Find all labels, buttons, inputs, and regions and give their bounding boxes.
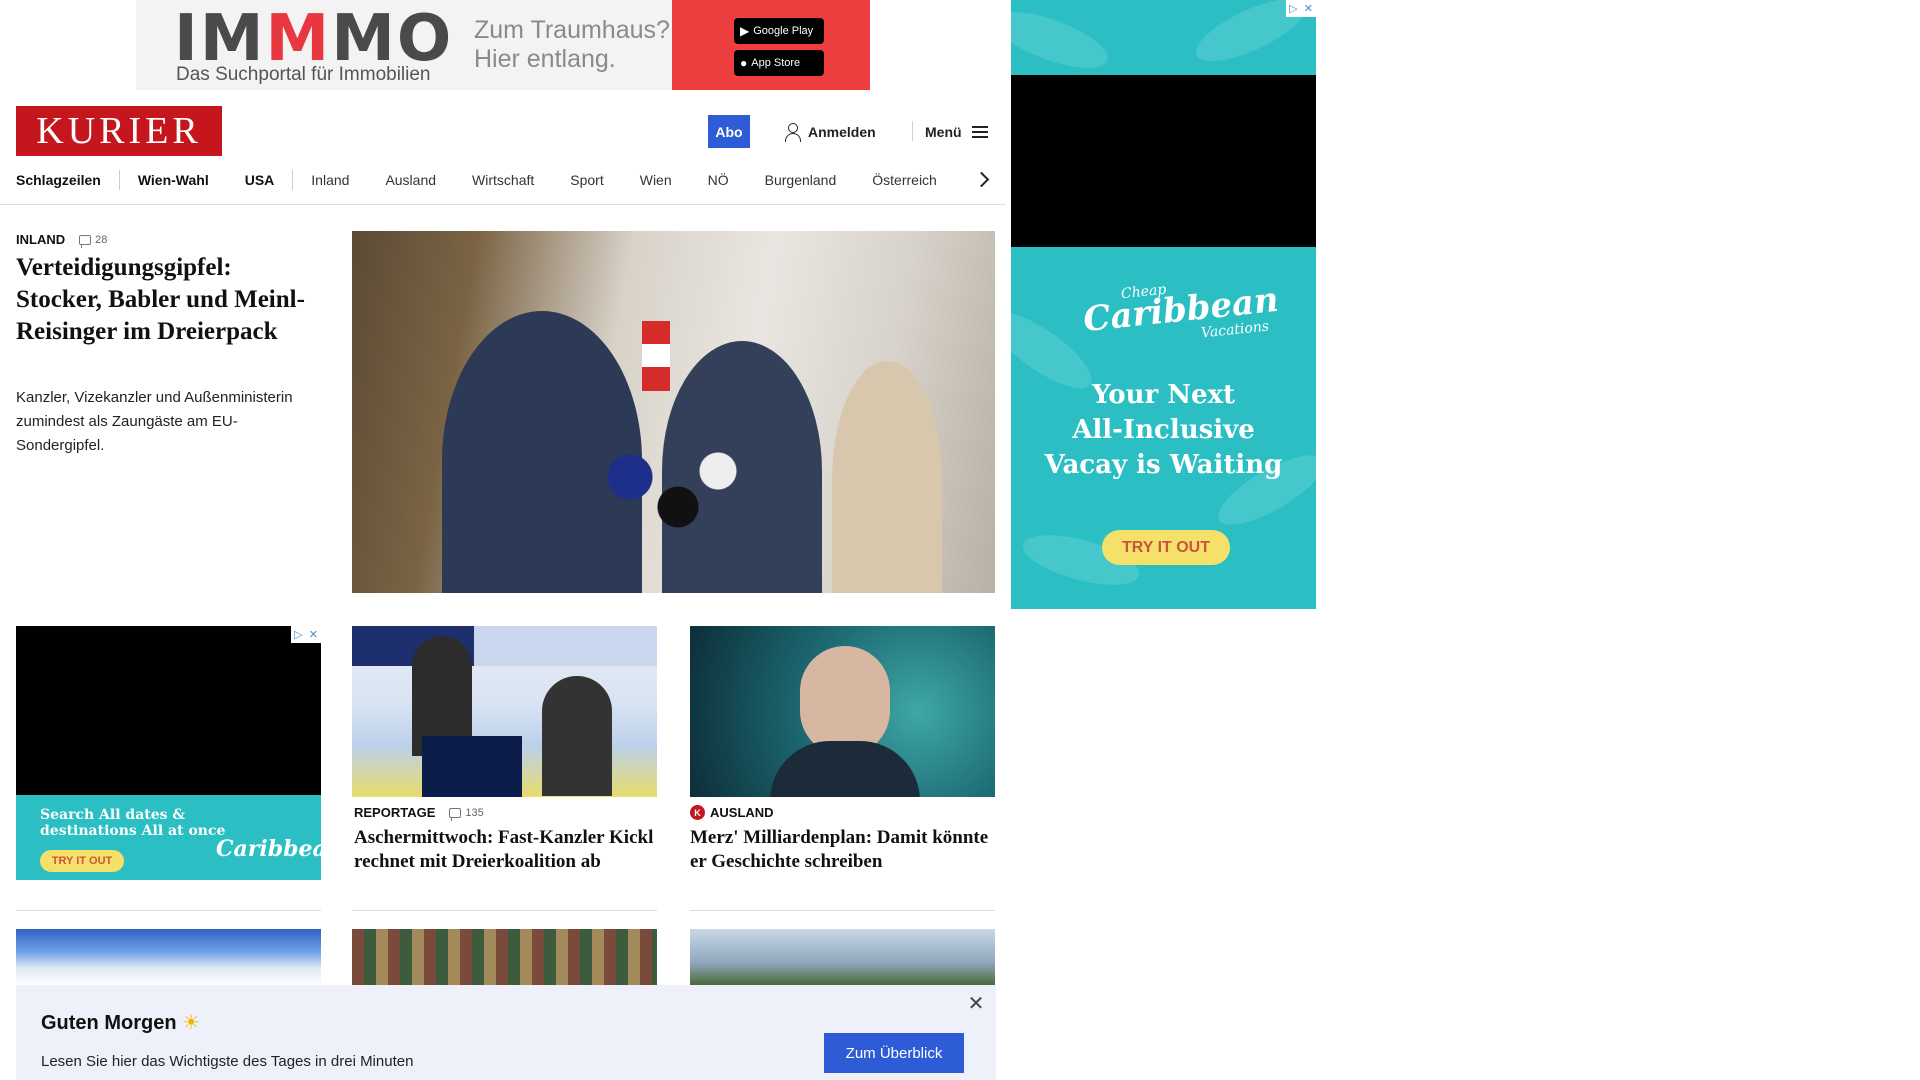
kurier-badge-icon: K bbox=[690, 805, 705, 820]
card-image[interactable] bbox=[352, 929, 657, 985]
section-nav: Schlagzeilen Wien-Wahl USA Inland Auslan… bbox=[16, 170, 996, 190]
card-divider bbox=[352, 910, 657, 911]
card-divider bbox=[16, 910, 321, 911]
nav-item-wien[interactable]: Wien bbox=[640, 172, 672, 188]
lead-image[interactable] bbox=[352, 231, 995, 593]
top-banner-ad[interactable]: IMMMO Das Suchportal für Immobilien Zum … bbox=[136, 0, 870, 90]
card-image[interactable] bbox=[690, 929, 995, 985]
ad-video-area bbox=[1011, 75, 1316, 247]
card-image-portrait bbox=[800, 646, 890, 756]
card-image-lectern bbox=[422, 736, 522, 797]
abo-button[interactable]: Abo bbox=[708, 115, 750, 148]
comment-icon bbox=[79, 234, 92, 248]
card-meta: K AUSLAND bbox=[690, 805, 774, 820]
card-headline[interactable]: Aschermittwoch: Fast-Kanzler Kickl rechn… bbox=[354, 826, 659, 874]
lead-meta: INLAND 28 bbox=[16, 232, 107, 248]
lead-headline[interactable]: Verteidigungsgipfel: Stocker, Babler und… bbox=[16, 252, 306, 348]
ad-brand-subtitle: Das Suchportal für Immobilien bbox=[176, 64, 431, 85]
kurier-logo[interactable]: KURIER bbox=[16, 106, 222, 156]
card-image-figure bbox=[542, 676, 612, 796]
nav-item-oesterreich[interactable]: Österreich bbox=[872, 172, 937, 188]
login-label: Anmelden bbox=[808, 124, 876, 140]
card-image[interactable] bbox=[16, 929, 321, 985]
side-ad[interactable]: ▷ ✕ Cheap Caribbean Vacations Your Next A… bbox=[1011, 0, 1316, 609]
card-divider bbox=[690, 910, 995, 911]
lead-comment-count[interactable]: 28 bbox=[79, 234, 107, 248]
menu-button[interactable]: Menü bbox=[925, 121, 988, 143]
nav-separator bbox=[118, 170, 120, 190]
ad-choices-icon[interactable]: ▷ ✕ bbox=[1286, 0, 1316, 17]
card-comment-count[interactable]: 135 bbox=[449, 807, 484, 821]
card-meta: REPORTAGE 135 bbox=[354, 805, 484, 821]
ad-slogan: Zum Traumhaus? Hier entlang. bbox=[474, 16, 670, 73]
ad-choices-icon[interactable]: ▷ ✕ bbox=[291, 626, 321, 643]
briefing-greeting: Guten Morgen ☀ bbox=[41, 1012, 201, 1034]
nav-item-inland[interactable]: Inland bbox=[311, 172, 349, 188]
lead-image-figure bbox=[832, 361, 942, 593]
sun-icon: ☀ bbox=[182, 1012, 201, 1034]
ad-palm-leaf bbox=[1011, 0, 1115, 80]
nav-item-wien-wahl[interactable]: Wien-Wahl bbox=[138, 172, 209, 188]
card-image-suit bbox=[770, 741, 920, 797]
nav-item-burgenland[interactable]: Burgenland bbox=[765, 172, 837, 188]
inline-ad-logo: Caribbean bbox=[216, 836, 321, 862]
close-icon[interactable]: ✕ bbox=[966, 991, 986, 1015]
nav-separator bbox=[292, 170, 294, 190]
hamburger-icon bbox=[971, 126, 988, 138]
play-icon: ▶ bbox=[740, 24, 750, 38]
card-image-banner bbox=[352, 626, 657, 666]
app-store-button[interactable]: ● App Store bbox=[734, 50, 824, 76]
nav-divider bbox=[0, 204, 1006, 205]
nav-item-ausland[interactable]: Ausland bbox=[385, 172, 436, 188]
ad-store-panel: ▶ Google Play ● App Store bbox=[672, 0, 870, 90]
nav-scroll-right-icon[interactable] bbox=[976, 169, 988, 191]
user-icon bbox=[784, 123, 801, 142]
apple-icon: ● bbox=[740, 56, 748, 70]
card-headline[interactable]: Merz' Milliardenplan: Damit könnte er Ge… bbox=[690, 826, 995, 874]
briefing-subtitle: Lesen Sie hier das Wichtigste des Tages … bbox=[41, 1053, 414, 1070]
ad-cta-button[interactable]: TRY IT OUT bbox=[1102, 530, 1230, 565]
menu-label: Menü bbox=[925, 124, 962, 140]
comment-icon bbox=[449, 807, 462, 821]
inline-ad[interactable]: ▷ ✕ Search All dates & destinations All a… bbox=[16, 626, 321, 880]
lead-category[interactable]: INLAND bbox=[16, 232, 65, 247]
nav-item-sport[interactable]: Sport bbox=[570, 172, 603, 188]
lead-image-microphones bbox=[582, 441, 742, 561]
header-divider bbox=[912, 121, 913, 141]
card-category[interactable]: K AUSLAND bbox=[690, 805, 774, 820]
lead-teaser: Kanzler, Vizekanzler und Außenministerin… bbox=[16, 389, 293, 454]
card-image[interactable] bbox=[690, 626, 995, 797]
login-button[interactable]: Anmelden bbox=[784, 121, 876, 143]
ad-tagline: Your Next All-Inclusive Vacay is Waiting bbox=[1044, 380, 1283, 480]
lead-image-flag bbox=[642, 321, 670, 391]
nav-item-schlagzeilen[interactable]: Schlagzeilen bbox=[16, 172, 101, 188]
google-play-button[interactable]: ▶ Google Play bbox=[734, 18, 824, 44]
card-image[interactable] bbox=[352, 626, 657, 797]
inline-ad-cta-button[interactable]: TRY IT OUT bbox=[40, 850, 124, 872]
overview-button[interactable]: Zum Überblick bbox=[824, 1033, 964, 1073]
morning-briefing-banner: ✕ Guten Morgen ☀ Lesen Sie hier das Wich… bbox=[16, 985, 996, 1080]
nav-item-usa[interactable]: USA bbox=[245, 172, 275, 188]
card-category[interactable]: REPORTAGE bbox=[354, 805, 435, 820]
nav-item-wirtschaft[interactable]: Wirtschaft bbox=[472, 172, 534, 188]
nav-item-noe[interactable]: NÖ bbox=[708, 172, 729, 188]
